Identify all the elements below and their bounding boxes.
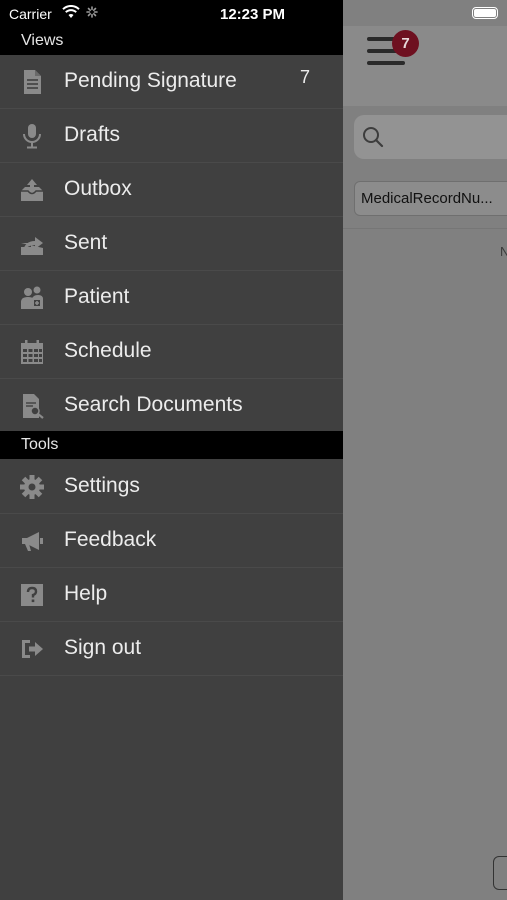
microphone-icon: [23, 124, 41, 149]
menu-item-label: Settings: [64, 474, 140, 497]
navigation-drawer: Carrier 12:23 PM Views Pending Signature…: [0, 0, 343, 900]
search-document-icon: [23, 394, 44, 419]
corner-button[interactable]: [493, 856, 507, 890]
section-header-views: Views: [0, 27, 343, 55]
menu-item-label: Feedback: [64, 528, 157, 551]
sent-icon: [21, 237, 43, 255]
menu-item-label: Drafts: [64, 123, 121, 146]
menu-item-label: Help: [64, 582, 108, 605]
menu-item-label: Pending Signature: [64, 69, 237, 92]
menu-item-label: Sent: [64, 231, 108, 254]
list-stub-text: N: [500, 244, 507, 259]
help-icon: [21, 584, 43, 606]
menu-item-search-documents[interactable]: Search Documents: [0, 379, 343, 433]
patient-icon: [21, 286, 43, 309]
section-header-tools: Tools: [0, 431, 343, 459]
battery-icon: [472, 7, 498, 19]
menu-item-help[interactable]: Help: [0, 568, 343, 622]
menu-item-label: Sign out: [64, 636, 142, 659]
menu-item-feedback[interactable]: Feedback: [0, 514, 343, 568]
filter-chip[interactable]: MedicalRecordNu...: [354, 181, 507, 216]
activity-indicator-icon: [86, 6, 98, 18]
outbox-icon: [21, 179, 43, 201]
menu-item-sign-out[interactable]: Sign out: [0, 622, 343, 676]
search-icon: [363, 127, 384, 148]
gear-icon: [20, 475, 44, 499]
menu-item-label: Outbox: [64, 177, 132, 200]
calendar-icon: [21, 340, 43, 364]
menu-item-settings[interactable]: Settings: [0, 460, 343, 514]
pending-count-badge: 7: [300, 67, 311, 87]
menu-item-drafts[interactable]: Drafts: [0, 109, 343, 163]
divider: [343, 228, 507, 229]
menu-item-pending-signature[interactable]: Pending Signature 7: [0, 55, 343, 109]
menu-item-label: Search Documents: [64, 393, 243, 416]
menu-item-schedule[interactable]: Schedule: [0, 325, 343, 379]
menu-item-label: Schedule: [64, 339, 152, 362]
clock: 12:23 PM: [220, 6, 286, 23]
wifi-icon: [62, 5, 80, 18]
sign-out-icon: [22, 640, 43, 658]
document-icon: [24, 70, 41, 94]
status-bar: Carrier 12:23 PM: [0, 0, 343, 27]
menu-item-patient[interactable]: Patient: [0, 271, 343, 325]
megaphone-icon: [22, 532, 43, 551]
menu-item-outbox[interactable]: Outbox: [0, 163, 343, 217]
menu-item-sent[interactable]: Sent: [0, 217, 343, 271]
menu-badge: 7: [392, 30, 419, 57]
carrier-label: Carrier: [9, 6, 52, 22]
menu-item-label: Patient: [64, 285, 130, 308]
